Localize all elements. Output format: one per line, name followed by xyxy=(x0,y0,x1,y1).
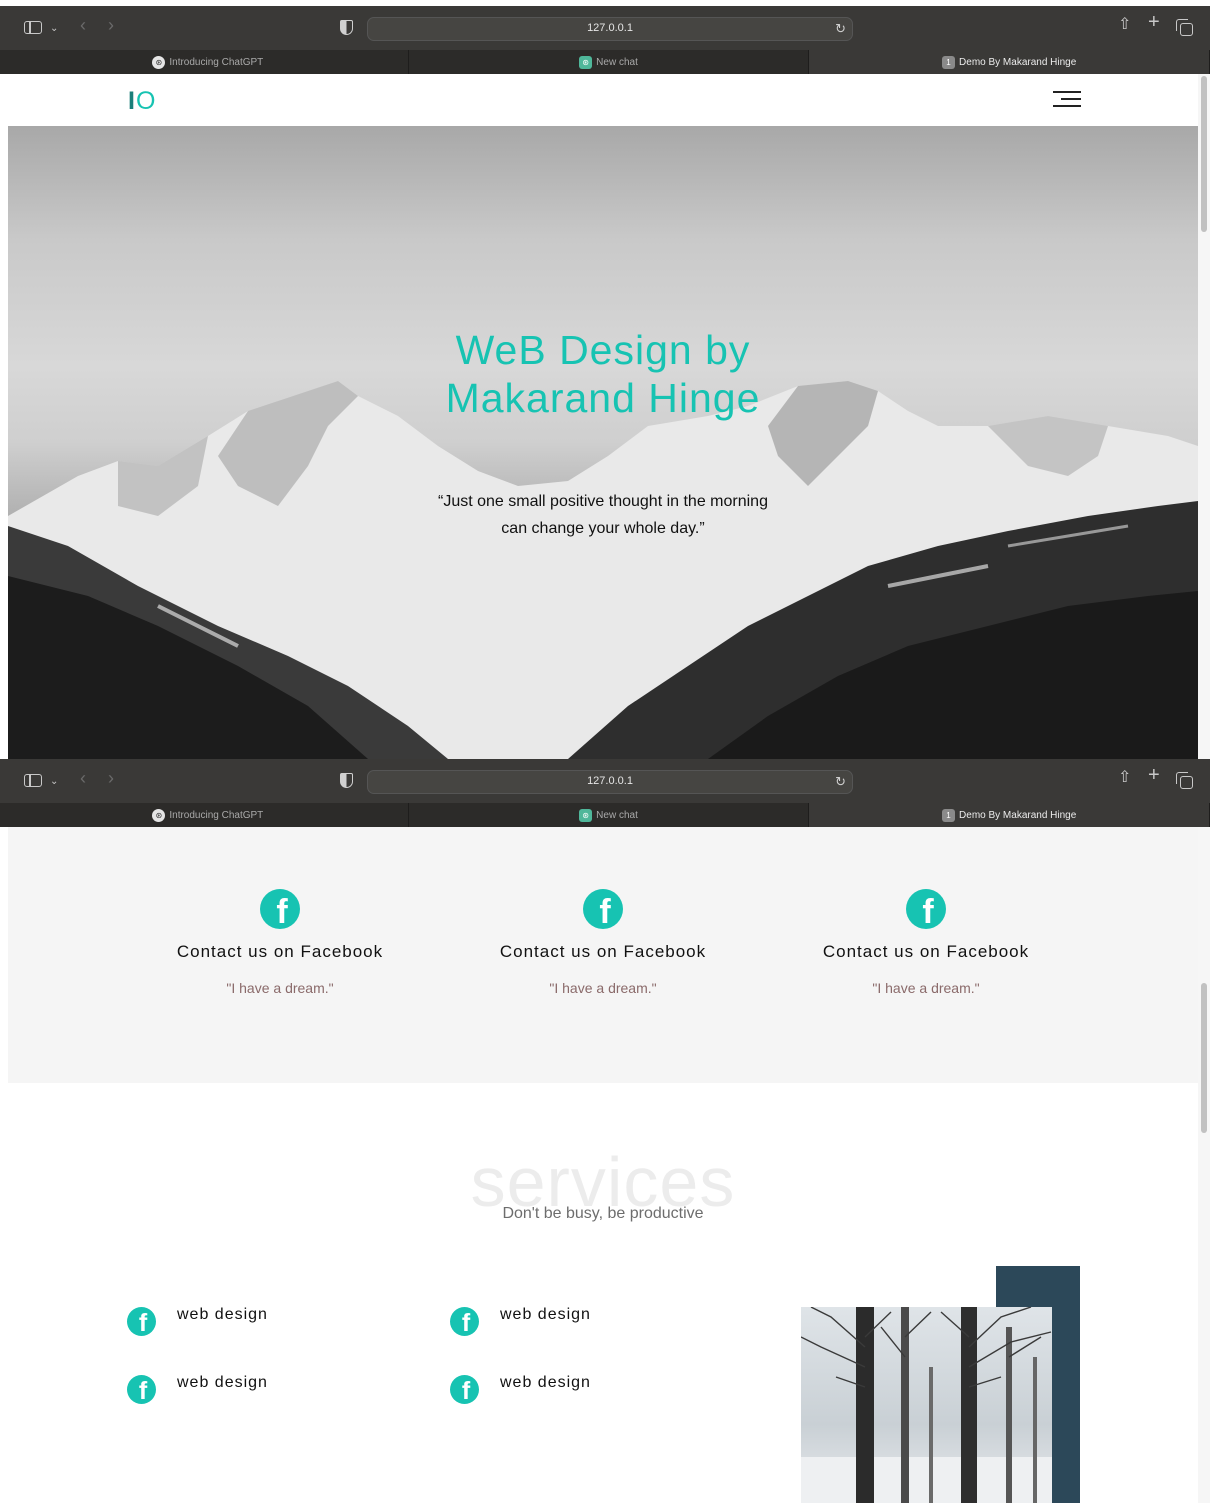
tab-label: Demo By Makarand Hinge xyxy=(959,809,1077,821)
chevron-down-icon[interactable]: ⌄ xyxy=(50,21,58,37)
scrollbar-thumb[interactable] xyxy=(1201,983,1207,1133)
tab-label: New chat xyxy=(596,56,638,68)
contact-card: f Contact us on Facebook "I have a dream… xyxy=(776,889,1076,996)
hero-section: WeB Design by Makarand Hinge “Just one s… xyxy=(8,126,1198,759)
facebook-icon: f xyxy=(127,1375,156,1404)
address-bar[interactable]: 127.0.0.1 ↻ xyxy=(367,17,853,41)
contact-subtitle: "I have a dream." xyxy=(226,980,334,996)
sidebar-toggle-icon[interactable] xyxy=(24,774,42,787)
reload-icon[interactable]: ↻ xyxy=(835,21,846,37)
back-arrow-icon[interactable]: ‹ xyxy=(80,16,86,34)
contact-card: f Contact us on Facebook "I have a dream… xyxy=(453,889,753,996)
chat-favicon-icon: ⊛ xyxy=(579,808,593,822)
service-label: web design xyxy=(500,1305,591,1323)
privacy-shield-icon[interactable] xyxy=(340,20,353,35)
tab-label: Introducing ChatGPT xyxy=(169,56,264,68)
openai-favicon-icon: ⊛ xyxy=(152,808,166,822)
chat-favicon-icon: ⊛ xyxy=(579,55,593,69)
tab-bar: ⊛ Introducing ChatGPT ⊛ New chat 1 Demo … xyxy=(0,50,1210,74)
contact-subtitle: "I have a dream." xyxy=(549,980,657,996)
service-item[interactable]: f web design xyxy=(127,1305,268,1336)
share-icon[interactable]: ⇧ xyxy=(1118,770,1131,786)
url-text: 127.0.0.1 xyxy=(587,22,633,34)
page-viewport-bottom: f Contact us on Facebook "I have a dream… xyxy=(8,827,1198,1503)
hero-title: WeB Design by Makarand Hinge xyxy=(445,327,761,421)
scrollbar-thumb[interactable] xyxy=(1201,76,1207,232)
hamburger-menu-icon[interactable] xyxy=(1053,89,1081,109)
service-item[interactable]: f web design xyxy=(450,1373,591,1404)
facebook-icon[interactable]: f xyxy=(583,889,623,929)
privacy-shield-icon[interactable] xyxy=(340,773,353,788)
sidebar-toggle-icon[interactable] xyxy=(24,21,42,34)
facebook-icon: f xyxy=(450,1375,479,1404)
service-item[interactable]: f web design xyxy=(450,1305,591,1336)
service-label: web design xyxy=(177,1305,268,1323)
contact-title[interactable]: Contact us on Facebook xyxy=(453,942,753,962)
tab-introducing-chatgpt[interactable]: ⊛ Introducing ChatGPT xyxy=(8,803,409,827)
tab-demo-makarand-hinge[interactable]: 1 Demo By Makarand Hinge xyxy=(809,50,1210,74)
site-navbar: IO xyxy=(8,74,1198,126)
contact-title[interactable]: Contact us on Facebook xyxy=(130,942,430,962)
logo-letter-o: O xyxy=(135,87,157,115)
service-label: web design xyxy=(500,1373,591,1391)
new-tab-icon[interactable]: + xyxy=(1148,765,1160,785)
tab-demo-makarand-hinge[interactable]: 1 Demo By Makarand Hinge xyxy=(809,803,1210,827)
address-bar[interactable]: 127.0.0.1 ↻ xyxy=(367,770,853,794)
url-text: 127.0.0.1 xyxy=(587,775,633,787)
contact-subtitle: "I have a dream." xyxy=(872,980,980,996)
winter-trees-image xyxy=(801,1307,1052,1503)
site-logo[interactable]: IO xyxy=(128,87,156,116)
tab-new-chat[interactable]: ⊛ New chat xyxy=(409,803,810,827)
scrollbar-bottom[interactable] xyxy=(1198,827,1210,1503)
facebook-icon: f xyxy=(127,1307,156,1336)
forward-arrow-icon[interactable]: › xyxy=(108,769,114,787)
page-viewport-top: IO WeB Design by Makarand Hinge “Just on… xyxy=(8,74,1198,759)
new-tab-icon[interactable]: + xyxy=(1148,12,1160,32)
contact-section: f Contact us on Facebook "I have a dream… xyxy=(8,827,1198,1083)
browser-toolbar: ⌄ ‹ › 127.0.0.1 ↻ ⇧ + xyxy=(0,759,1210,803)
tab-label: Demo By Makarand Hinge xyxy=(959,56,1077,68)
tab-label: New chat xyxy=(596,809,638,821)
tab-bar: ⊛ Introducing ChatGPT ⊛ New chat 1 Demo … xyxy=(0,803,1210,827)
browser-toolbar: ⌄ ‹ › 127.0.0.1 ↻ ⇧ + xyxy=(0,6,1210,50)
facebook-icon[interactable]: f xyxy=(906,889,946,929)
facebook-icon[interactable]: f xyxy=(260,889,300,929)
chevron-down-icon[interactable]: ⌄ xyxy=(50,774,58,790)
hero-quote: “Just one small positive thought in the … xyxy=(438,493,768,537)
tab-overview-icon[interactable] xyxy=(1176,772,1193,789)
tab-new-chat[interactable]: ⊛ New chat xyxy=(409,50,810,74)
tab-badge: 1 xyxy=(942,808,956,822)
contact-card: f Contact us on Facebook "I have a dream… xyxy=(130,889,430,996)
mountain-background-image xyxy=(8,381,1198,759)
tab-badge: 1 xyxy=(942,55,956,69)
services-subheading: Don't be busy, be productive xyxy=(502,1205,704,1222)
facebook-icon: f xyxy=(450,1307,479,1336)
browser-window-top: ⌄ ‹ › 127.0.0.1 ↻ ⇧ + ⊛ Introducing Chat… xyxy=(0,6,1210,74)
tab-label: Introducing ChatGPT xyxy=(169,809,264,821)
share-icon[interactable]: ⇧ xyxy=(1118,17,1131,33)
back-arrow-icon[interactable]: ‹ xyxy=(80,769,86,787)
contact-title[interactable]: Contact us on Facebook xyxy=(776,942,1076,962)
browser-window-bottom: ⌄ ‹ › 127.0.0.1 ↻ ⇧ + ⊛ Introducing Chat… xyxy=(0,759,1210,827)
forward-arrow-icon[interactable]: › xyxy=(108,16,114,34)
service-label: web design xyxy=(177,1373,268,1391)
tab-introducing-chatgpt[interactable]: ⊛ Introducing ChatGPT xyxy=(8,50,409,74)
service-item[interactable]: f web design xyxy=(127,1373,268,1404)
openai-favicon-icon: ⊛ xyxy=(152,55,166,69)
tab-overview-icon[interactable] xyxy=(1176,19,1193,36)
scrollbar-top[interactable] xyxy=(1198,74,1210,759)
reload-icon[interactable]: ↻ xyxy=(835,774,846,790)
logo-letter-i: I xyxy=(128,87,136,115)
